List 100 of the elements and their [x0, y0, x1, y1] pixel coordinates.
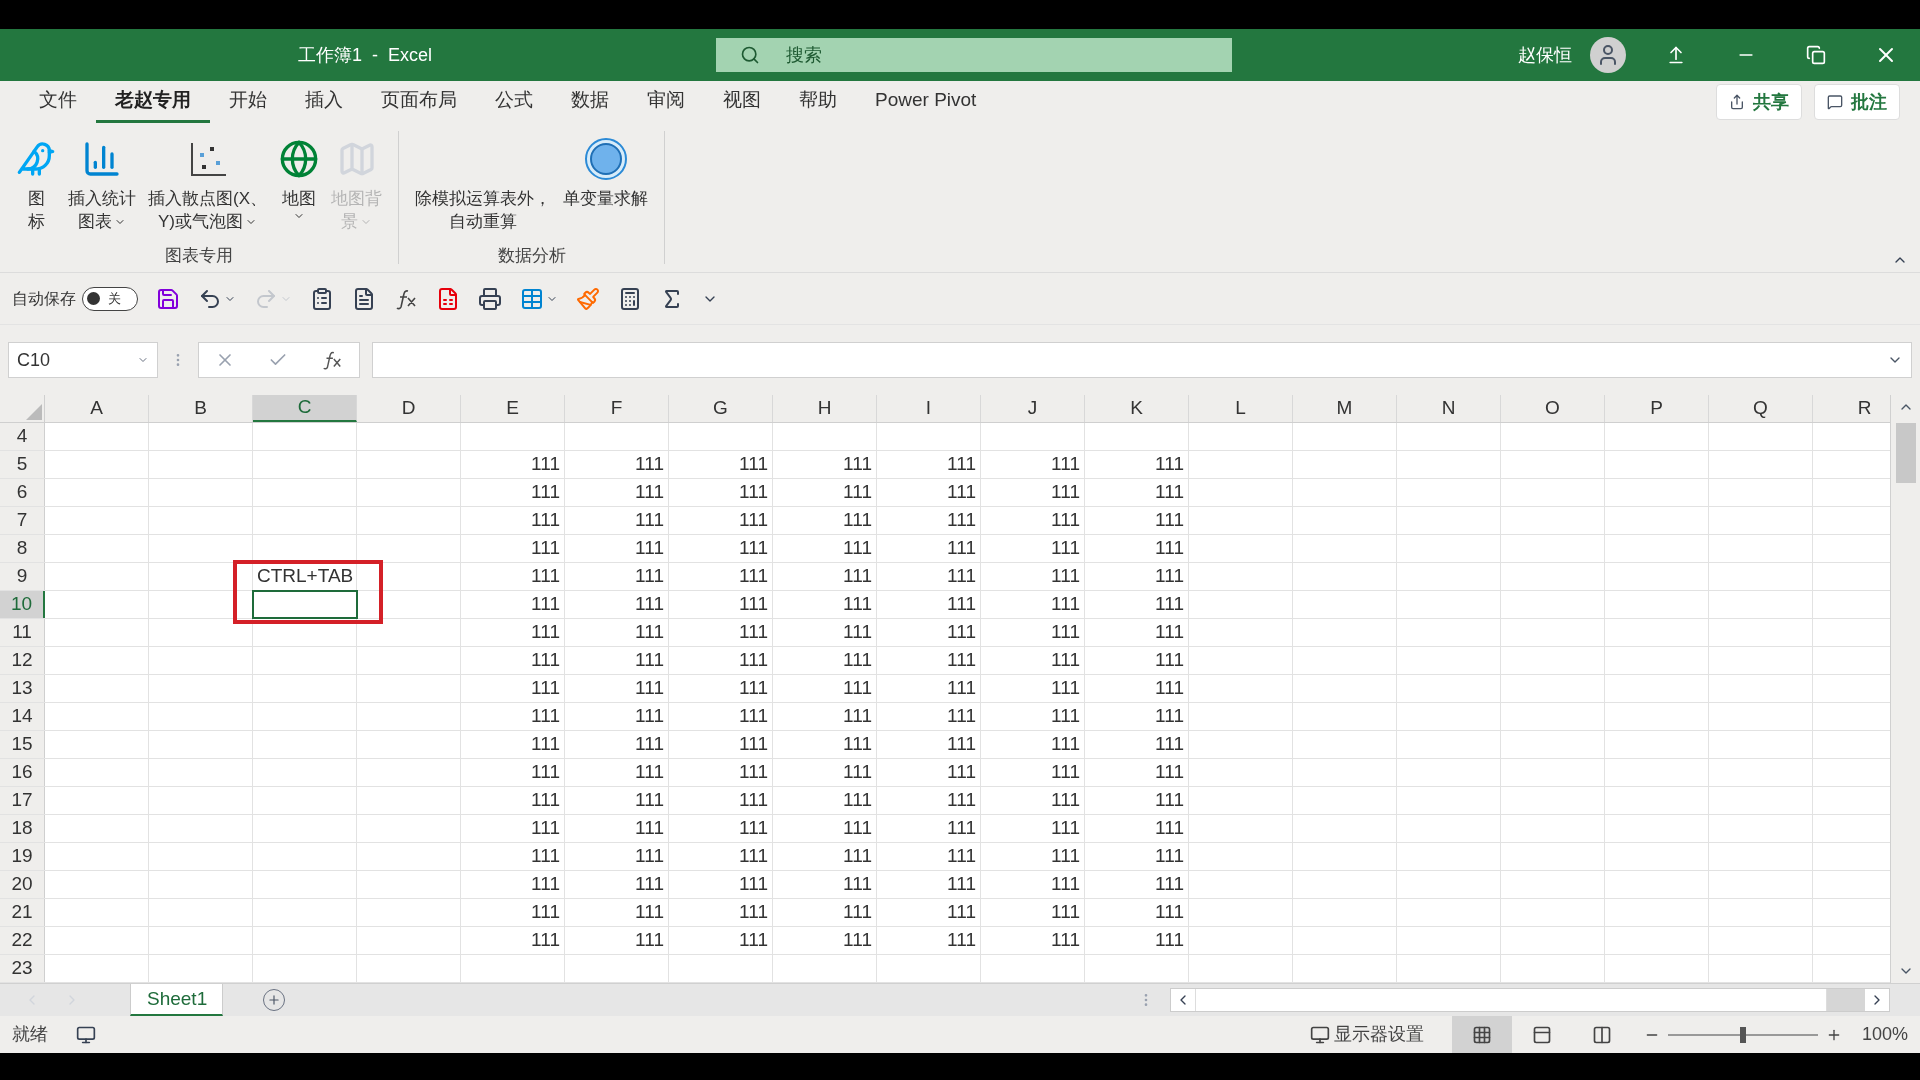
- zoom-slider[interactable]: [1667, 1026, 1818, 1043]
- function-icon[interactable]: [394, 287, 418, 310]
- ribbon-button[interactable]: 插入散点图(X、 Y)或气泡图: [144, 131, 271, 239]
- zoom-level[interactable]: 100%: [1861, 1021, 1908, 1048]
- column-header[interactable]: G: [669, 395, 773, 422]
- document-icon[interactable]: [352, 286, 376, 311]
- column-header[interactable]: N: [1397, 395, 1501, 422]
- ribbon-button[interactable]: 单变量求解: [559, 131, 652, 239]
- row-header[interactable]: 21: [0, 899, 45, 926]
- ribbon-button[interactable]: 地图: [275, 131, 323, 239]
- row-header[interactable]: 7: [0, 507, 45, 534]
- row-header[interactable]: 18: [0, 815, 45, 842]
- row-header[interactable]: 6: [0, 479, 45, 506]
- cell-value: 111: [947, 760, 976, 785]
- function-icon[interactable]: [320, 349, 343, 371]
- row-header[interactable]: 13: [0, 675, 45, 702]
- row-header[interactable]: 22: [0, 927, 45, 954]
- scroll-thumb[interactable]: [1895, 423, 1916, 483]
- cell-value: 111: [1155, 620, 1184, 645]
- avatar[interactable]: [1590, 37, 1626, 73]
- ribbon-tab[interactable]: 审阅: [628, 81, 704, 123]
- cell-value: 111: [739, 508, 768, 533]
- row-header[interactable]: 17: [0, 787, 45, 814]
- ribbon-tab[interactable]: 公式: [476, 81, 552, 123]
- search-field[interactable]: 搜索: [716, 38, 1232, 72]
- ribbon-button[interactable]: 除模拟运算表外， 自动重算: [411, 131, 555, 239]
- cell-value: 111: [843, 900, 872, 925]
- row-header[interactable]: 11: [0, 619, 45, 646]
- ribbon-tab[interactable]: Power Pivot: [856, 81, 996, 123]
- comment-button[interactable]: 批注: [1814, 84, 1900, 120]
- name-box[interactable]: C10: [8, 342, 158, 378]
- cell-value: 111: [843, 508, 872, 533]
- row-header[interactable]: 23: [0, 955, 45, 982]
- window-title: 工作簿1 - Excel: [298, 43, 433, 67]
- zoom-slider-thumb[interactable]: [1739, 1026, 1746, 1043]
- ribbon-button[interactable]: 图 标: [12, 131, 60, 239]
- ribbon-tab[interactable]: 数据: [552, 81, 628, 123]
- column-header[interactable]: H: [773, 395, 877, 422]
- column-header[interactable]: O: [1501, 395, 1605, 422]
- form-icon[interactable]: [310, 286, 334, 311]
- print-icon[interactable]: [478, 286, 502, 311]
- column-header[interactable]: K: [1085, 395, 1189, 422]
- ribbon-tab[interactable]: 文件: [20, 81, 96, 123]
- cell-value: 111: [635, 844, 664, 869]
- ribbon-button[interactable]: 插入统计 图表: [64, 131, 140, 239]
- share-button[interactable]: 共享: [1716, 84, 1802, 120]
- row-header[interactable]: 12: [0, 647, 45, 674]
- plus-icon: [267, 993, 281, 1007]
- column-header[interactable]: L: [1189, 395, 1293, 422]
- view-button[interactable]: [1451, 1016, 1512, 1053]
- row-header[interactable]: 20: [0, 871, 45, 898]
- ribbon-tab[interactable]: 开始: [210, 81, 286, 123]
- cell-value: 111: [1051, 900, 1080, 925]
- cell-value: 111: [635, 508, 664, 533]
- page-break-icon: [1591, 1024, 1612, 1045]
- display-settings-button[interactable]: 显示器设置: [1305, 1021, 1428, 1048]
- ribbon-tab[interactable]: 视图: [704, 81, 780, 123]
- cell-value: 111: [843, 760, 872, 785]
- column-header[interactable]: D: [357, 395, 461, 422]
- column-header[interactable]: E: [461, 395, 565, 422]
- vertical-scrollbar[interactable]: [1890, 395, 1920, 983]
- column-header[interactable]: C: [253, 395, 357, 422]
- save-icon[interactable]: [156, 286, 180, 311]
- cell-value: 111: [1051, 872, 1080, 897]
- cell-value: 111: [843, 648, 872, 673]
- horizontal-scrollbar[interactable]: [1170, 988, 1890, 1012]
- row-header[interactable]: 16: [0, 759, 45, 786]
- column-header[interactable]: A: [45, 395, 149, 422]
- calculator-icon[interactable]: [618, 286, 642, 311]
- ribbon-tab[interactable]: 帮助: [780, 81, 856, 123]
- page-layout-icon: [1531, 1024, 1552, 1045]
- sheet-tab[interactable]: Sheet1: [130, 984, 223, 1016]
- cell-value: 111: [947, 536, 976, 561]
- row-header[interactable]: 15: [0, 731, 45, 758]
- row-header[interactable]: 14: [0, 703, 45, 730]
- formula-input[interactable]: [372, 342, 1912, 378]
- restore-icon[interactable]: [1806, 45, 1826, 65]
- cell-value: 111: [635, 872, 664, 897]
- cell-value: 111: [1155, 536, 1184, 561]
- autosave-toggle[interactable]: 关: [82, 286, 138, 311]
- report-icon[interactable]: [436, 286, 460, 311]
- column-header[interactable]: Q: [1709, 395, 1813, 422]
- row-header[interactable]: 8: [0, 535, 45, 562]
- column-header[interactable]: F: [565, 395, 669, 422]
- column-header[interactable]: P: [1605, 395, 1709, 422]
- cell-value: 111: [531, 452, 560, 477]
- cell-value: 111: [531, 648, 560, 673]
- corner-triangle-icon: [26, 404, 42, 420]
- column-header[interactable]: I: [877, 395, 981, 422]
- table-icon[interactable]: [520, 286, 544, 311]
- ribbon-tab[interactable]: 页面布局: [362, 81, 476, 123]
- row-header[interactable]: 10: [0, 591, 45, 618]
- row-header[interactable]: 4: [0, 423, 45, 450]
- column-header[interactable]: M: [1293, 395, 1397, 422]
- column-header[interactable]: J: [981, 395, 1085, 422]
- row-header[interactable]: 9: [0, 563, 45, 590]
- cell-value: 111: [531, 564, 560, 589]
- row-header[interactable]: 5: [0, 451, 45, 478]
- row-header[interactable]: 19: [0, 843, 45, 870]
- ribbon-tab[interactable]: 插入: [286, 81, 362, 123]
